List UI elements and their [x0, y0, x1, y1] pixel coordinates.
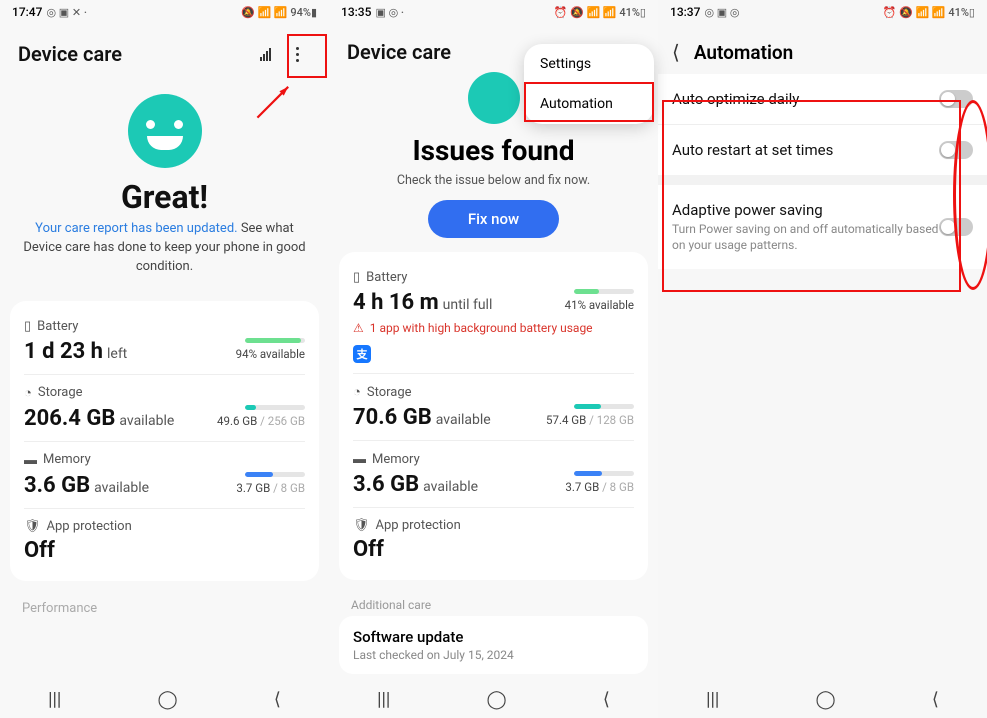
storage-icon: ◔ — [353, 384, 361, 400]
back-button[interactable]: ⟨ — [603, 689, 610, 710]
status-left-icons: ◎ ▣ ✕ · — [46, 6, 87, 19]
memory-icon: ▬ — [353, 451, 366, 467]
face-icon — [468, 72, 520, 124]
memory-icon: ▬ — [24, 452, 37, 468]
android-navbar: ||| ◯ ⟨ — [658, 680, 987, 718]
software-update-row[interactable]: Software update Last checked on July 15,… — [339, 616, 648, 674]
care-report-link[interactable]: Your care report has been updated. — [35, 221, 237, 236]
status-time: 13:37 — [670, 5, 700, 19]
shield-icon: 🛡 — [353, 518, 370, 533]
status-bar: 13:35 ▣ ◎ · ⏰ 🔕 📶 📶 41%▯ — [329, 0, 658, 24]
recent-apps-button[interactable]: ||| — [706, 689, 719, 710]
storage-row[interactable]: ◔Storage 70.6 GBavailable 57.4 GB / 128 … — [353, 373, 634, 440]
storage-progress — [574, 404, 634, 409]
automation-list: Auto optimize daily Auto restart at set … — [658, 74, 987, 175]
status-bar: 13:37 ◎ ▣ ◎ ⏰ 🔕 📶 📶 41%▯ — [658, 0, 987, 24]
status-left-icons: ▣ ◎ · — [375, 6, 404, 19]
screenshot-device-care-main: 17:47 ◎ ▣ ✕ · 🔕 📶 📶 94%▮ Device care Grea… — [0, 0, 329, 718]
back-icon[interactable]: ⟨ — [672, 40, 680, 64]
storage-progress — [245, 405, 305, 410]
menu-item-settings[interactable]: Settings — [524, 44, 654, 84]
memory-row[interactable]: ▬Memory 3.6 GBavailable 3.7 GB / 8 GB — [24, 441, 305, 508]
status-time: 13:35 — [341, 5, 371, 19]
storage-row[interactable]: ◔Storage 206.4 GBavailable 49.6 GB / 256… — [24, 374, 305, 441]
status-right-icons: ⏰ 🔕 📶 📶 41%▯ — [883, 6, 975, 19]
annotation-highlight-box — [287, 34, 327, 78]
auto-restart-toggle[interactable] — [939, 141, 973, 159]
additional-care-label: Additional care — [329, 588, 658, 616]
auto-restart-row[interactable]: Auto restart at set times — [658, 125, 987, 175]
overflow-menu: Settings Automation — [524, 44, 654, 124]
status-right-icons: ⏰ 🔕 📶 📶 41%▯ — [554, 6, 646, 19]
battery-row[interactable]: ▯Battery 1 d 23 hleft 94% available — [24, 309, 305, 374]
auto-optimize-row[interactable]: Auto optimize daily — [658, 74, 987, 125]
auto-optimize-toggle[interactable] — [939, 90, 973, 108]
adaptive-power-row[interactable]: Adaptive power saving Turn Power saving … — [658, 185, 987, 269]
status-time: 17:47 — [12, 5, 42, 19]
battery-icon: ▯ — [353, 270, 360, 285]
page-title: Automation — [694, 41, 793, 64]
back-button[interactable]: ⟨ — [274, 689, 281, 710]
performance-section-label: Performance — [0, 589, 329, 628]
recent-apps-button[interactable]: ||| — [48, 689, 61, 710]
screenshot-automation: 13:37 ◎ ▣ ◎ ⏰ 🔕 📶 📶 41%▯ ⟨ Automation Aut… — [658, 0, 987, 718]
menu-item-automation[interactable]: Automation — [524, 84, 654, 124]
adaptive-power-toggle[interactable] — [939, 218, 973, 236]
alipay-app-icon[interactable]: 支 — [353, 345, 371, 363]
storage-icon: ◔ — [24, 385, 32, 401]
smile-face-icon — [128, 94, 202, 168]
alert-icon: ⚠ — [353, 321, 364, 335]
signal-icon — [260, 48, 271, 61]
status-right-icons: 🔕 📶 📶 94%▮ — [241, 6, 317, 19]
memory-progress — [574, 471, 634, 476]
battery-icon: ▯ — [24, 319, 31, 334]
fix-now-button[interactable]: Fix now — [428, 200, 559, 238]
status-left-icons: ◎ ▣ ◎ — [704, 6, 739, 19]
status-bar: 17:47 ◎ ▣ ✕ · 🔕 📶 📶 94%▮ — [0, 0, 329, 24]
page-title: Device care — [347, 40, 451, 64]
home-button[interactable]: ◯ — [815, 689, 835, 710]
back-button[interactable]: ⟨ — [932, 689, 939, 710]
stats-card: ▯Battery 1 d 23 hleft 94% available ◔Sto… — [10, 301, 319, 581]
annotation-arrow — [253, 78, 297, 122]
issues-headline: Issues found — [329, 134, 658, 167]
home-button[interactable]: ◯ — [157, 689, 177, 710]
battery-warning: ⚠1 app with high background battery usag… — [353, 321, 634, 335]
battery-progress — [574, 289, 634, 294]
status-headline: Great! — [0, 178, 329, 216]
status-subtitle: Your care report has been updated. See w… — [0, 216, 329, 293]
home-button[interactable]: ◯ — [486, 689, 506, 710]
memory-row[interactable]: ▬Memory 3.6 GBavailable 3.7 GB / 8 GB — [353, 440, 634, 507]
battery-row[interactable]: ▯Battery 4 h 16 muntil full 41% availabl… — [353, 260, 634, 373]
android-navbar: ||| ◯ ⟨ — [329, 680, 658, 718]
memory-progress — [245, 472, 305, 477]
stats-card: ▯Battery 4 h 16 muntil full 41% availabl… — [339, 252, 648, 580]
battery-progress — [245, 338, 305, 343]
issues-subtitle: Check the issue below and fix now. — [329, 173, 658, 188]
shield-icon: 🛡 — [24, 519, 41, 534]
app-protection-row[interactable]: 🛡App protection Off — [24, 508, 305, 573]
app-protection-row[interactable]: 🛡App protection Off — [353, 507, 634, 572]
android-navbar: ||| ◯ ⟨ — [0, 680, 329, 718]
page-title: Device care — [18, 42, 122, 66]
recent-apps-button[interactable]: ||| — [377, 689, 390, 710]
screenshot-device-care-issues: 13:35 ▣ ◎ · ⏰ 🔕 📶 📶 41%▯ Device care Sett… — [329, 0, 658, 718]
